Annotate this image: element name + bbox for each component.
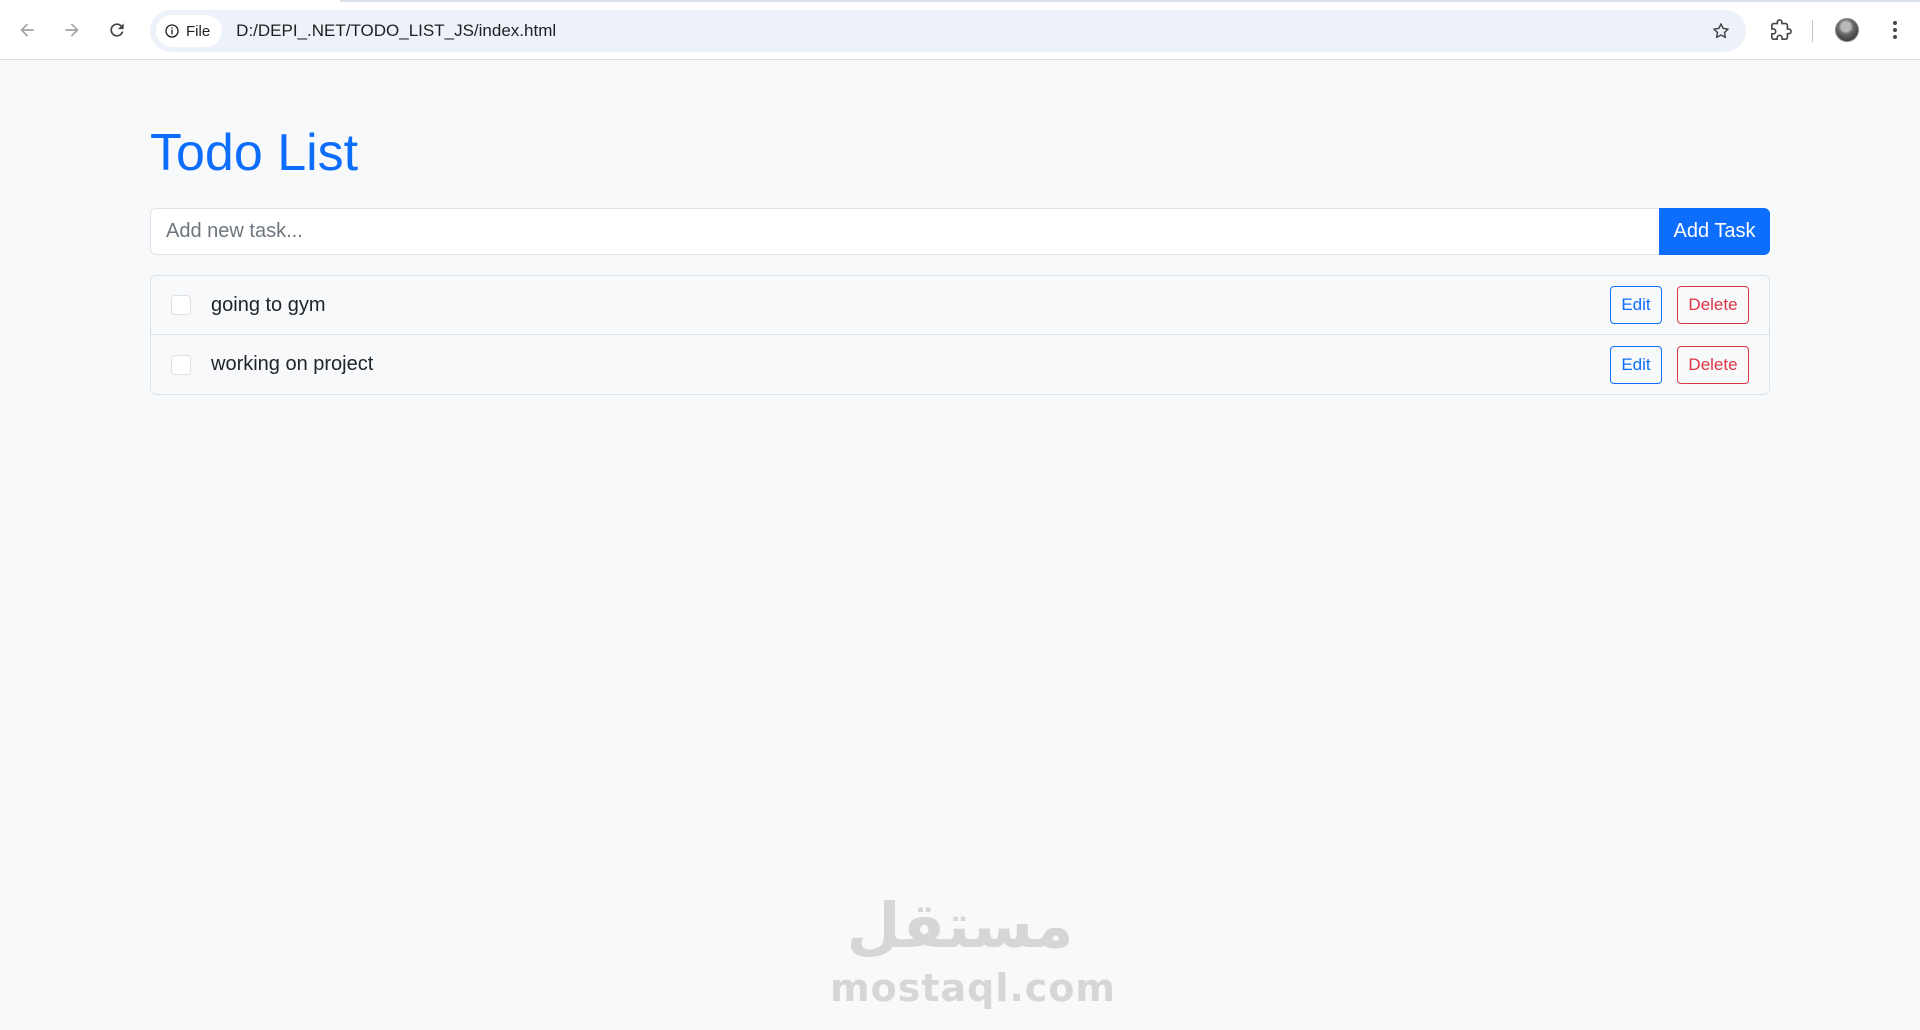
page-title: Todo List — [150, 124, 359, 182]
star-icon — [1713, 23, 1729, 39]
site-info-chip[interactable]: File — [156, 15, 223, 47]
reload-icon — [110, 23, 124, 37]
address-bar[interactable]: File D:/DEPI_.NET/TODO_LIST_JS/index.htm… — [150, 10, 1746, 52]
toolbar-divider — [1812, 20, 1813, 42]
forward-button[interactable] — [57, 15, 87, 45]
info-icon — [165, 24, 179, 38]
add-task-form: Add Task — [150, 208, 1770, 256]
task-item: working on project Edit Delete — [151, 335, 1769, 395]
tab-strip-edge — [340, 0, 1920, 2]
browser-toolbar: File D:/DEPI_.NET/TODO_LIST_JS/index.htm… — [0, 0, 1920, 60]
bookmark-button[interactable] — [1708, 18, 1734, 44]
new-task-input[interactable] — [150, 208, 1659, 256]
task-checkbox[interactable] — [171, 295, 191, 316]
scrollbar-track[interactable] — [1916, 60, 1920, 1030]
edit-button[interactable]: Edit — [1610, 345, 1662, 384]
watermark-logo: مستقل mostaql.com — [830, 889, 1117, 1010]
reload-button[interactable] — [102, 15, 132, 45]
extensions-button[interactable] — [1766, 15, 1796, 45]
add-task-button[interactable]: Add Task — [1659, 208, 1770, 256]
delete-button[interactable]: Delete — [1677, 345, 1749, 384]
edit-button[interactable]: Edit — [1610, 286, 1662, 325]
watermark-latin-text: mostaql.com — [830, 966, 1117, 1010]
url-text[interactable]: D:/DEPI_.NET/TODO_LIST_JS/index.html — [236, 21, 556, 41]
todo-page: Todo List Add Task going to gym Edit Del… — [150, 60, 1770, 396]
more-menu-icon[interactable] — [1880, 15, 1910, 45]
back-arrow-icon — [20, 23, 34, 37]
extensions-icon — [1771, 19, 1792, 40]
task-label: working on project — [211, 353, 374, 376]
forward-arrow-icon — [65, 23, 79, 37]
site-chip-label: File — [186, 22, 211, 40]
profile-avatar[interactable] — [1835, 18, 1859, 42]
task-list: going to gym Edit Delete working on proj… — [150, 275, 1770, 396]
task-checkbox[interactable] — [171, 354, 191, 375]
task-label: going to gym — [211, 293, 326, 316]
delete-button[interactable]: Delete — [1677, 286, 1749, 325]
watermark-arabic-text: مستقل — [846, 889, 1074, 962]
back-button[interactable] — [12, 15, 42, 45]
task-item: going to gym Edit Delete — [151, 276, 1769, 336]
